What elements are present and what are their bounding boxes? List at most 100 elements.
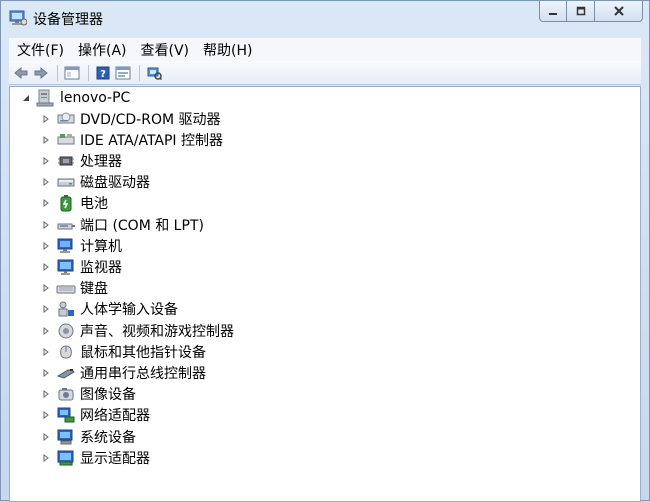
scan-hardware-button[interactable]: [145, 64, 163, 82]
tree-item-label: 显示适配器: [80, 450, 150, 467]
tree-item-label: 图像设备: [80, 387, 136, 404]
dvd-drive-icon: [56, 110, 76, 128]
tree-item[interactable]: 系统设备: [40, 426, 136, 447]
tree-item[interactable]: 通用串行总线控制器: [40, 362, 206, 383]
collapsed-triangle-icon[interactable]: [40, 240, 52, 252]
tree-item[interactable]: 显示适配器: [40, 447, 150, 468]
collapsed-triangle-icon[interactable]: [40, 134, 52, 146]
tree-item-label: 电池: [80, 196, 108, 213]
collapsed-triangle-icon[interactable]: [40, 282, 52, 294]
properties-button[interactable]: [114, 64, 132, 82]
tree-item[interactable]: 键盘: [40, 278, 108, 299]
collapsed-triangle-icon[interactable]: [40, 431, 52, 443]
caption-buttons: [539, 1, 643, 23]
tree-item[interactable]: 人体学输入设备: [40, 299, 178, 320]
collapsed-triangle-icon[interactable]: [40, 113, 52, 125]
collapsed-triangle-icon[interactable]: [40, 452, 52, 464]
tree-item-label: 人体学输入设备: [80, 302, 178, 319]
monitor-icon: [56, 258, 76, 276]
scan-hardware-icon: [147, 67, 162, 80]
device-tree-pane[interactable]: lenovo-PC DVD/CD-ROM 驱动器 IDE ATA/ATAPI 控制…: [9, 86, 641, 502]
tree-item[interactable]: 声音、视频和游戏控制器: [40, 320, 234, 341]
toolbar-separator: [139, 64, 140, 81]
collapsed-triangle-icon[interactable]: [40, 155, 52, 167]
sound-icon: [56, 322, 76, 340]
tree-item[interactable]: 鼠标和其他指针设备: [40, 341, 206, 362]
keyboard-icon: [56, 279, 76, 297]
collapsed-triangle-icon[interactable]: [40, 176, 52, 188]
title-bar[interactable]: 设备管理器: [1, 1, 649, 34]
help-icon: ?: [96, 66, 110, 80]
show-hide-console-tree-button[interactable]: [63, 64, 81, 82]
battery-icon: [56, 194, 76, 212]
computer-icon: [36, 89, 56, 107]
show-hide-console-tree-icon: [64, 66, 80, 79]
port-icon: [56, 216, 76, 234]
minimize-button[interactable]: [539, 1, 567, 22]
tree-item-label: 监视器: [80, 259, 122, 276]
device-manager-app-icon: [9, 10, 28, 26]
tree-item-label: 端口 (COM 和 LPT): [80, 217, 204, 234]
tree-item[interactable]: 网络适配器: [40, 405, 150, 426]
toolbar-separator: [57, 64, 58, 81]
minimize-icon: [549, 13, 557, 15]
display-adapter-icon: [56, 449, 76, 467]
tree-item[interactable]: 端口 (COM 和 LPT): [40, 214, 204, 235]
help-button[interactable]: ?: [94, 64, 112, 82]
collapsed-triangle-icon[interactable]: [40, 303, 52, 315]
collapsed-triangle-icon[interactable]: [40, 388, 52, 400]
tree-item-label: 键盘: [80, 281, 108, 298]
collapsed-triangle-icon[interactable]: [40, 219, 52, 231]
menu-action[interactable]: 操作(A): [72, 40, 133, 60]
ide-controller-icon: [56, 131, 76, 149]
collapsed-triangle-icon[interactable]: [40, 261, 52, 273]
device-manager-window: 设备管理器 文件(F) 操作(A) 查看(V) 帮助(H) ? lenovo-P…: [0, 0, 650, 502]
disk-drive-icon: [56, 173, 76, 191]
back-arrow-icon: [14, 66, 28, 79]
toolbar: ?: [9, 61, 641, 85]
close-button[interactable]: [595, 1, 643, 22]
tree-item-label: DVD/CD-ROM 驱动器: [80, 111, 221, 128]
back-button[interactable]: [12, 64, 30, 82]
tree-item-label: 计算机: [80, 238, 122, 255]
usb-icon: [56, 364, 76, 382]
tree-item[interactable]: 监视器: [40, 256, 122, 277]
hid-icon: [56, 300, 76, 318]
tree-item-label: 网络适配器: [80, 408, 150, 425]
tree-root-label: lenovo-PC: [60, 89, 131, 106]
tree-item[interactable]: 图像设备: [40, 384, 136, 405]
tree-item-label: IDE ATA/ATAPI 控制器: [80, 132, 224, 149]
collapsed-triangle-icon[interactable]: [40, 346, 52, 358]
computer-icon: [56, 237, 76, 255]
tree-item-label: 声音、视频和游戏控制器: [80, 323, 234, 340]
menu-file[interactable]: 文件(F): [11, 40, 70, 60]
tree-item-label: 系统设备: [80, 429, 136, 446]
mouse-icon: [56, 343, 76, 361]
tree-item[interactable]: IDE ATA/ATAPI 控制器: [40, 129, 223, 150]
expanded-triangle-icon[interactable]: [20, 92, 32, 104]
tree-item-label: 处理器: [80, 153, 122, 170]
forward-arrow-icon: [34, 66, 48, 79]
tree-item-label: 磁盘驱动器: [80, 175, 150, 192]
maximize-button[interactable]: [567, 1, 595, 22]
close-icon: [613, 6, 624, 16]
forward-button[interactable]: [32, 64, 50, 82]
tree-root[interactable]: lenovo-PC: [20, 87, 130, 108]
tree-item[interactable]: 计算机: [40, 235, 122, 256]
tree-item[interactable]: 磁盘驱动器: [40, 172, 150, 193]
window-title: 设备管理器: [33, 12, 103, 28]
toolbar-separator: [88, 64, 89, 81]
menu-view[interactable]: 查看(V): [135, 40, 196, 60]
tree-item[interactable]: 处理器: [40, 150, 122, 171]
collapsed-triangle-icon[interactable]: [40, 197, 52, 209]
tree-item[interactable]: DVD/CD-ROM 驱动器: [40, 108, 221, 129]
menu-bar: 文件(F) 操作(A) 查看(V) 帮助(H): [9, 37, 641, 62]
processor-icon: [56, 152, 76, 170]
tree-item[interactable]: 电池: [40, 193, 108, 214]
collapsed-triangle-icon[interactable]: [40, 367, 52, 379]
tree-item-label: 通用串行总线控制器: [80, 365, 206, 382]
collapsed-triangle-icon[interactable]: [40, 409, 52, 421]
properties-icon: [115, 66, 131, 79]
menu-help[interactable]: 帮助(H): [197, 40, 258, 60]
collapsed-triangle-icon[interactable]: [40, 325, 52, 337]
